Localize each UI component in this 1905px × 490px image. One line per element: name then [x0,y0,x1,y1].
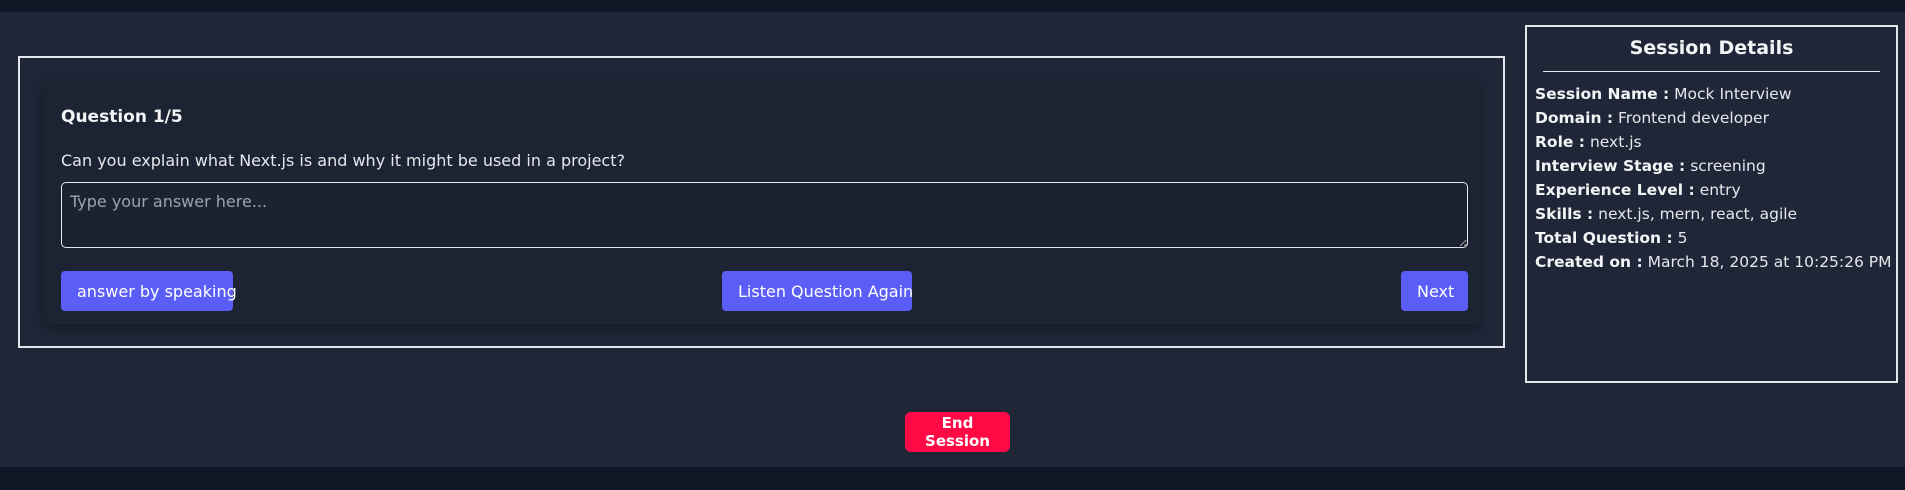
listen-question-again-button[interactable]: Listen Question Again [722,271,913,311]
detail-value: Frontend developer [1618,109,1769,127]
detail-label: Skills : [1535,205,1594,223]
detail-value: screening [1690,157,1766,175]
detail-label: Experience Level : [1535,181,1695,199]
detail-label: Created on : [1535,253,1643,271]
next-button[interactable]: Next [1401,271,1468,311]
detail-value: next.js [1589,133,1642,151]
detail-created-on: Created on : March 18, 2025 at 10:25:26 … [1535,250,1892,274]
bottom-strip [0,467,1905,490]
detail-value: next.js, mern, react, agile [1598,205,1798,223]
session-details-divider [1543,71,1880,72]
detail-label: Session Name : [1535,85,1670,103]
detail-skills: Skills : next.js, mern, react, agile [1535,202,1892,226]
detail-interview-stage: Interview Stage : screening [1535,154,1892,178]
detail-session-name: Session Name : Mock Interview [1535,82,1892,106]
detail-value: entry [1699,181,1741,199]
detail-label: Role : [1535,133,1586,151]
detail-role: Role : next.js [1535,130,1892,154]
detail-value: March 18, 2025 at 10:25:26 PM [1647,253,1892,271]
answer-by-speaking-button[interactable]: answer by speaking [61,271,237,311]
question-card: Question 1/5 Can you explain what Next.j… [44,80,1479,324]
detail-label: Domain : [1535,109,1614,127]
top-strip [0,0,1905,12]
detail-total-question: Total Question : 5 [1535,226,1892,250]
detail-label: Interview Stage : [1535,157,1686,175]
session-details-list: Session Name : Mock Interview Domain : F… [1535,82,1892,274]
detail-label: Total Question : [1535,229,1673,247]
detail-value: Mock Interview [1674,85,1792,103]
question-text: Can you explain what Next.js is and why … [61,151,625,170]
session-details-title: Session Details [1629,37,1794,59]
answer-input[interactable] [61,182,1468,248]
detail-domain: Domain : Frontend developer [1535,106,1892,130]
session-details-panel: Session Details Session Name : Mock Inte… [1525,25,1898,383]
detail-value: 5 [1677,229,1688,247]
end-session-button[interactable]: End Session [905,412,1010,452]
question-title: Question 1/5 [61,107,183,127]
question-frame: Question 1/5 Can you explain what Next.j… [18,56,1505,348]
detail-experience-level: Experience Level : entry [1535,178,1892,202]
